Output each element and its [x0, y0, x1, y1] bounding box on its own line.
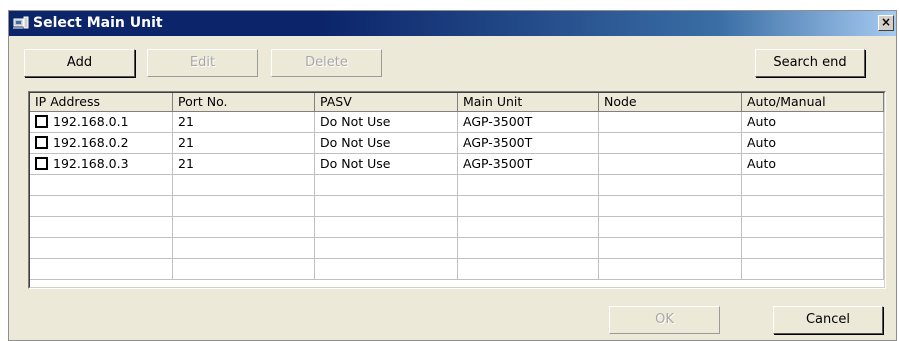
pasv-cell: Do Not Use: [315, 112, 458, 132]
auto-manual-cell: Auto: [742, 154, 884, 174]
port-cell: 21: [173, 133, 315, 153]
empty-row: [30, 196, 884, 217]
ip-address-cell: 192.168.0.1: [30, 112, 173, 132]
ip-address-text: 192.168.0.3: [53, 156, 129, 171]
column-header-auto-manual[interactable]: Auto/Manual: [742, 93, 884, 112]
row-checkbox[interactable]: [35, 115, 48, 128]
empty-row: [30, 217, 884, 238]
main-unit-cell: AGP-3500T: [458, 133, 599, 153]
table-row[interactable]: 192.168.0.3 21 Do Not Use AGP-3500T Auto: [30, 154, 884, 175]
ip-address-text: 192.168.0.2: [53, 135, 129, 150]
column-header-ip-address[interactable]: IP Address: [30, 93, 173, 112]
pasv-cell: Do Not Use: [315, 133, 458, 153]
ok-button[interactable]: OK: [609, 306, 720, 334]
table-body: IP Address Port No. PASV Main Unit Node …: [29, 92, 885, 288]
add-button[interactable]: Add: [24, 49, 135, 77]
row-checkbox[interactable]: [35, 136, 48, 149]
empty-row: [30, 175, 884, 196]
table-row[interactable]: 192.168.0.2 21 Do Not Use AGP-3500T Auto: [30, 133, 884, 154]
table-header: IP Address Port No. PASV Main Unit Node …: [30, 93, 884, 112]
close-icon: ×: [880, 15, 892, 29]
title-bar[interactable]: Select Main Unit ×: [9, 11, 896, 36]
window-title: Select Main Unit: [33, 15, 163, 31]
auto-manual-cell: Auto: [742, 112, 884, 132]
port-cell: 21: [173, 112, 315, 132]
ip-address-cell: 192.168.0.2: [30, 133, 173, 153]
node-cell: [599, 154, 742, 174]
main-unit-cell: AGP-3500T: [458, 154, 599, 174]
ip-address-cell: 192.168.0.3: [30, 154, 173, 174]
column-header-pasv[interactable]: PASV: [315, 93, 458, 112]
main-unit-cell: AGP-3500T: [458, 112, 599, 132]
node-cell: [599, 133, 742, 153]
node-cell: [599, 112, 742, 132]
ip-address-text: 192.168.0.1: [53, 114, 129, 129]
auto-manual-cell: Auto: [742, 133, 884, 153]
empty-row: [30, 238, 884, 259]
column-header-port[interactable]: Port No.: [173, 93, 315, 112]
table-row[interactable]: 192.168.0.1 21 Do Not Use AGP-3500T Auto: [30, 112, 884, 133]
delete-button[interactable]: Delete: [271, 49, 382, 77]
main-unit-table: IP Address Port No. PASV Main Unit Node …: [28, 91, 886, 289]
column-header-main-unit[interactable]: Main Unit: [458, 93, 599, 112]
row-checkbox[interactable]: [35, 157, 48, 170]
edit-button[interactable]: Edit: [147, 49, 258, 77]
select-main-unit-dialog: Select Main Unit × Add Edit Delete Searc…: [8, 10, 897, 341]
empty-row: [30, 259, 884, 280]
search-end-button[interactable]: Search end: [755, 49, 865, 77]
close-button[interactable]: ×: [878, 15, 894, 31]
cancel-button[interactable]: Cancel: [773, 306, 883, 334]
network-device-icon: [13, 16, 29, 29]
column-header-node[interactable]: Node: [599, 93, 742, 112]
pasv-cell: Do Not Use: [315, 154, 458, 174]
port-cell: 21: [173, 154, 315, 174]
